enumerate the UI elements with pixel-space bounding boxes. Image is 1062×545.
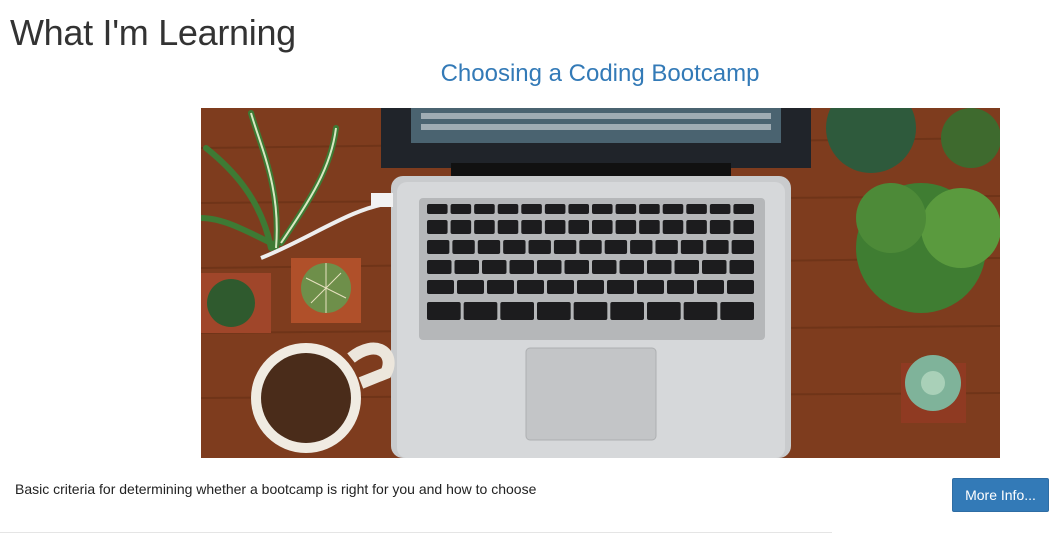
page-title: What I'm Learning [10,12,296,53]
card-title-link[interactable]: Choosing a Coding Bootcamp [441,60,760,87]
laptop-desk-photo [201,108,1000,458]
card-title: Choosing a Coding Bootcamp [0,60,1062,88]
divider [0,532,832,533]
card-description: Basic criteria for determining whether a… [15,481,537,497]
more-info-button[interactable]: More Info... [952,478,1049,512]
